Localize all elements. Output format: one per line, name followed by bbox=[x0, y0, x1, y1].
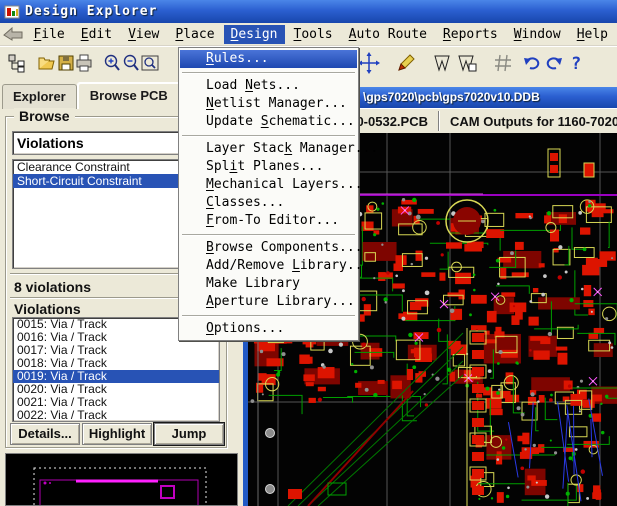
menu-place[interactable]: Place bbox=[168, 25, 221, 44]
violation-buttons: Details... Highlight Jump bbox=[10, 423, 224, 445]
design-hierarchy-icon[interactable] bbox=[6, 51, 28, 75]
panel-tabs: Explorer Browse PCB bbox=[2, 82, 181, 109]
tab-cam-outputs[interactable]: CAM Outputs for 1160-7020 bbox=[440, 114, 617, 129]
menu-window[interactable]: Window bbox=[507, 25, 568, 44]
polygon-edit-icon[interactable] bbox=[456, 51, 478, 75]
jump-button[interactable]: Jump bbox=[154, 423, 224, 445]
menu-item-from-to-editor[interactable]: From-To Editor... bbox=[180, 212, 357, 230]
app-icon bbox=[4, 4, 20, 20]
svg-text:?: ? bbox=[571, 54, 581, 73]
menu-item-mechanical-layers[interactable]: Mechanical Layers... bbox=[180, 176, 357, 194]
menu-item-rules[interactable]: Rules... bbox=[180, 50, 357, 68]
menubar: File Edit View Place Design Tools Auto R… bbox=[0, 23, 617, 46]
menu-auto-route[interactable]: Auto Route bbox=[342, 25, 434, 44]
menu-item-options[interactable]: Options... bbox=[180, 320, 357, 338]
edit-pencil-icon[interactable] bbox=[394, 51, 416, 75]
menu-separator bbox=[180, 230, 357, 239]
board-minimap[interactable] bbox=[5, 453, 238, 506]
grid-toggle-icon[interactable] bbox=[492, 51, 514, 75]
design-dropdown-menu: Rules... Load Nets... Netlist Manager...… bbox=[178, 47, 359, 341]
undo-icon[interactable] bbox=[521, 51, 543, 75]
tab-browse-pcb[interactable]: Browse PCB bbox=[77, 82, 181, 109]
menu-item-browse-components[interactable]: Browse Components... bbox=[180, 239, 357, 257]
menu-design[interactable]: Design bbox=[224, 25, 285, 44]
menu-item-aperture-library[interactable]: Aperture Library... bbox=[180, 293, 357, 311]
help-icon[interactable]: ? bbox=[565, 51, 587, 75]
print-icon[interactable] bbox=[73, 51, 95, 75]
titlebar: Design Explorer bbox=[0, 0, 617, 23]
menu-item-update-schematic[interactable]: Update Schematic... bbox=[180, 113, 357, 131]
violation-row[interactable]: 0022: Via / Track bbox=[13, 409, 219, 422]
design-explorer-window: Design Explorer File Edit View Place Des… bbox=[0, 0, 617, 506]
menu-item-make-library[interactable]: Make Library bbox=[180, 275, 357, 293]
highlight-button[interactable]: Highlight bbox=[82, 423, 152, 445]
menu-item-split-planes[interactable]: Split Planes... bbox=[180, 158, 357, 176]
menu-item-netlist-manager[interactable]: Netlist Manager... bbox=[180, 95, 357, 113]
redo-icon[interactable] bbox=[543, 51, 565, 75]
menu-edit[interactable]: Edit bbox=[74, 25, 119, 44]
menu-item-load-nets[interactable]: Load Nets... bbox=[180, 77, 357, 95]
tab-explorer[interactable]: Explorer bbox=[2, 84, 77, 109]
minimap-preview bbox=[6, 454, 237, 505]
zoom-window-icon[interactable] bbox=[139, 51, 161, 75]
menu-separator bbox=[180, 131, 357, 140]
browse-group-label: Browse bbox=[14, 108, 75, 124]
menu-file[interactable]: File bbox=[26, 25, 71, 44]
menu-separator bbox=[180, 311, 357, 320]
menu-item-classes[interactable]: Classes... bbox=[180, 194, 357, 212]
menu-view[interactable]: View bbox=[121, 25, 166, 44]
details-button[interactable]: Details... bbox=[10, 423, 80, 445]
menu-separator bbox=[180, 68, 357, 77]
window-title: Design Explorer bbox=[25, 4, 157, 19]
menu-item-add-remove-library[interactable]: Add/Remove Library... bbox=[180, 257, 357, 275]
polygon-icon[interactable] bbox=[431, 51, 453, 75]
move-cross-icon[interactable] bbox=[358, 51, 380, 75]
menu-item-layer-stack-manager[interactable]: Layer Stack Manager... bbox=[180, 140, 357, 158]
system-menu-icon[interactable] bbox=[0, 27, 26, 41]
menu-help[interactable]: Help bbox=[570, 25, 615, 44]
violations-section-label: Violations bbox=[14, 301, 81, 317]
menu-tools[interactable]: Tools bbox=[287, 25, 340, 44]
menu-reports[interactable]: Reports bbox=[436, 25, 505, 44]
violation-count-label: 8 violations bbox=[14, 279, 91, 295]
